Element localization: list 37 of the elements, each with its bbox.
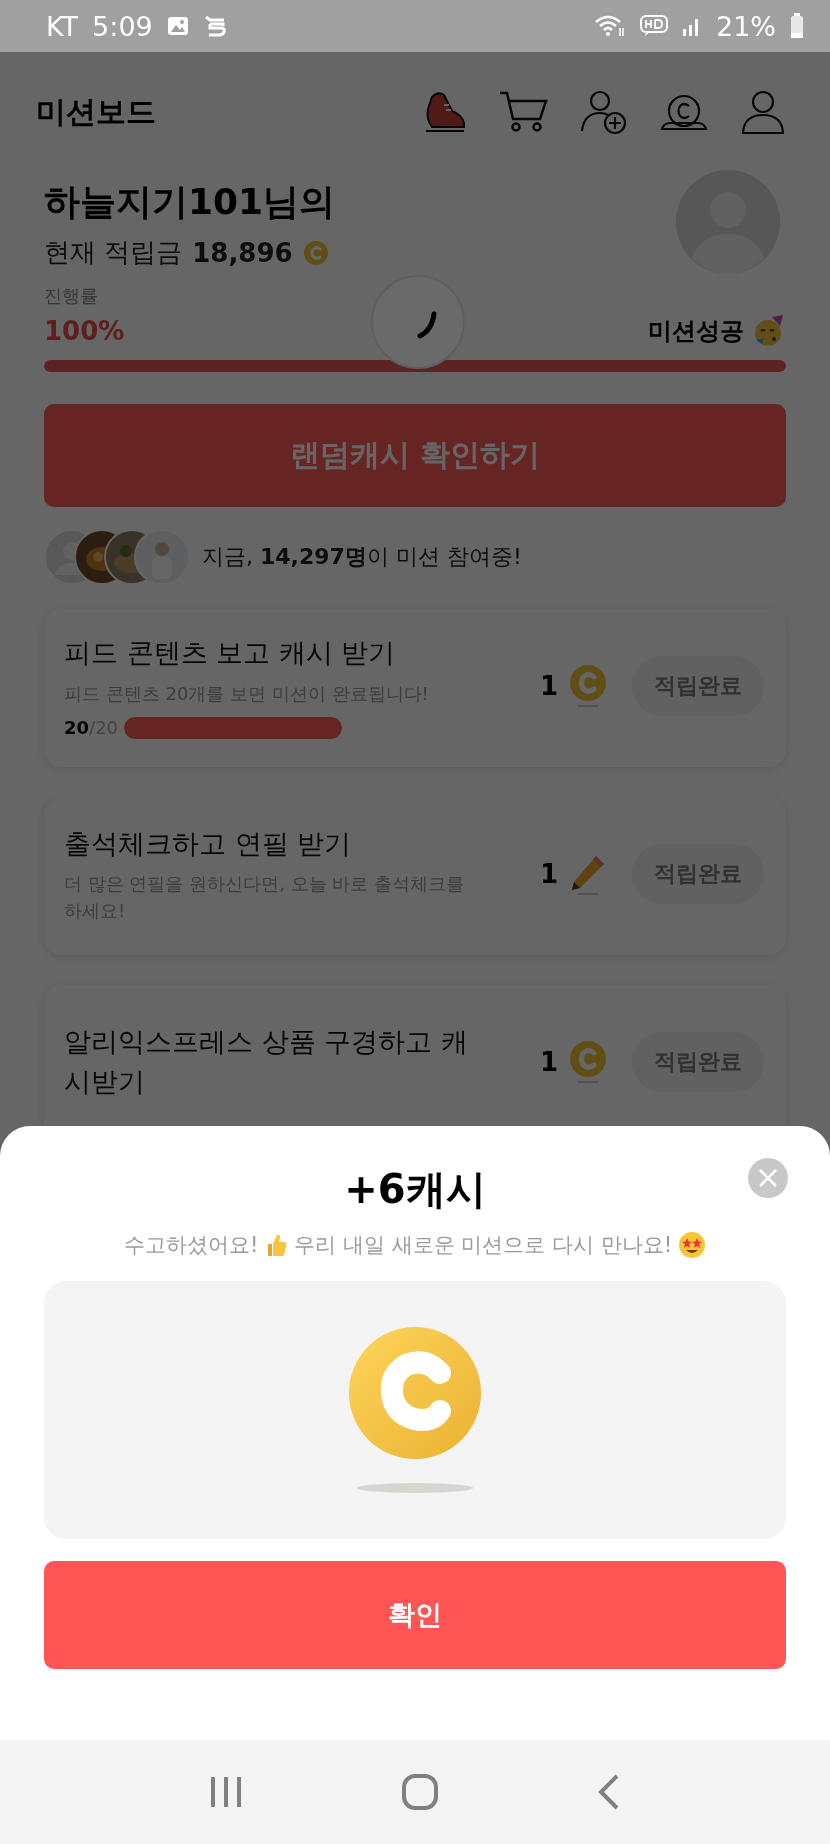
recent-apps-icon[interactable]: [210, 1775, 242, 1809]
coin-icon: [568, 1040, 608, 1084]
coin-icon: [302, 239, 329, 266]
balance-amount: 18,896: [192, 237, 293, 268]
coin-icon: [568, 664, 608, 708]
star-eyes-face-icon: [678, 1231, 707, 1259]
home-icon[interactable]: [402, 1774, 438, 1810]
gallery-icon: [166, 16, 189, 36]
close-icon: [757, 1167, 779, 1189]
dialog-title: +6캐시: [344, 1165, 486, 1214]
carrier: KT: [46, 10, 79, 42]
mission-status: 미션성공: [648, 316, 744, 347]
reward-amount: 1: [539, 859, 558, 889]
balance-label: 현재 적립금: [44, 236, 183, 269]
confirm-button[interactable]: 확인: [44, 1561, 786, 1669]
profile-icon[interactable]: [740, 89, 786, 135]
mission-title: 피드 콘텐츠 보고 캐시 받기: [64, 636, 397, 671]
reward-amount: 1: [539, 671, 558, 701]
battery-level: 21%: [716, 10, 776, 42]
user-greeting: 하늘지기101님의: [44, 180, 336, 224]
mission-title: 출석체크하고 연필 받기: [64, 826, 353, 861]
page-title: 미션보드: [36, 92, 156, 131]
party-face-icon: [752, 314, 786, 348]
cart-icon[interactable]: [498, 89, 550, 135]
progress-percent: 100%: [44, 316, 125, 346]
reward-amount: 1: [539, 1047, 558, 1077]
random-cash-button[interactable]: 랜덤캐시 확인하기: [44, 404, 786, 507]
dialog-message: 수고하셨어요!: [123, 1232, 259, 1259]
mission-title: 알리익스프레스 상품 구경하고 캐시받기: [64, 1024, 469, 1099]
wifi-icon: [594, 14, 626, 38]
participants-text: 지금, 14,297명이 미션 참여중!: [202, 543, 522, 571]
add-friend-icon[interactable]: [580, 89, 628, 135]
hd-icon: [640, 15, 668, 37]
clock: 5:09: [92, 10, 153, 42]
battery-icon: [790, 13, 804, 39]
back-icon[interactable]: [598, 1774, 620, 1810]
dialog-message: 우리 내일 새로운 미션으로 다시 만나요!: [294, 1232, 673, 1259]
